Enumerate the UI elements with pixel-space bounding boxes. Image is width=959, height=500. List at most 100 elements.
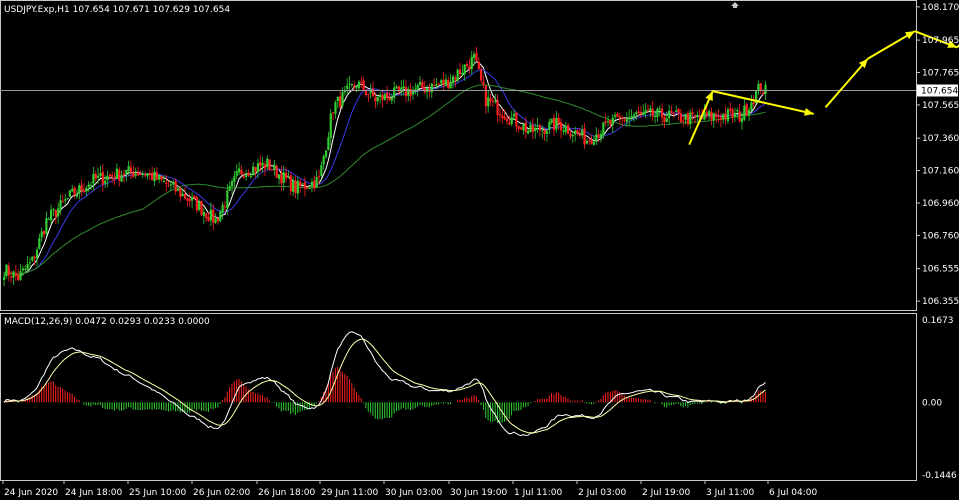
- candle-body: [111, 174, 114, 177]
- candle-body: [729, 108, 732, 111]
- candle-body: [256, 163, 259, 172]
- candle-body: [524, 122, 527, 133]
- candle-body: [473, 54, 476, 59]
- candle-body: [221, 204, 224, 213]
- candle-body: [160, 175, 163, 180]
- y-tick-label: 107.765: [922, 69, 959, 79]
- candle-body: [148, 173, 151, 175]
- candle-body: [14, 273, 17, 276]
- y-tick-label: 107.565: [922, 101, 959, 111]
- arrow-up-down-icon[interactable]: [731, 2, 739, 8]
- candle-body: [696, 114, 699, 117]
- candle-body: [129, 167, 133, 172]
- candle-body: [207, 217, 210, 221]
- candle-body: [238, 168, 241, 173]
- candle-body: [726, 109, 729, 121]
- candle-body: [658, 108, 661, 110]
- candle-body: [169, 184, 173, 186]
- candle-body: [294, 180, 297, 193]
- candle-body: [306, 188, 309, 190]
- candle-body: [644, 109, 647, 113]
- candle-body: [444, 79, 447, 86]
- candle-body: [205, 213, 208, 218]
- candle-body: [61, 200, 64, 202]
- y-tick-label: 106.760: [922, 231, 959, 241]
- candle-body: [346, 85, 349, 89]
- candle-body: [736, 109, 739, 112]
- candle-body: [317, 176, 321, 178]
- candle-body: [334, 102, 337, 114]
- candle-body: [602, 122, 605, 136]
- candle-body: [675, 110, 678, 113]
- candle-body: [146, 173, 149, 177]
- candle-body: [461, 72, 464, 75]
- candle-body: [230, 181, 234, 187]
- candle-body: [642, 112, 645, 115]
- x-tick-label: 30 Jun 19:00: [450, 488, 507, 498]
- y-tick-label: 107.965: [922, 36, 959, 46]
- candle-body: [390, 97, 393, 101]
- candle-body: [482, 81, 485, 85]
- candle-body: [470, 56, 473, 70]
- candle-body: [691, 112, 694, 115]
- candle-body: [597, 134, 600, 138]
- candle-body: [97, 175, 100, 178]
- candle-body: [583, 128, 586, 145]
- macd-panel: [3, 331, 766, 437]
- candle-body: [536, 125, 539, 127]
- candle-body: [329, 113, 332, 138]
- macd-line: [3, 331, 766, 437]
- candle-body: [564, 126, 567, 133]
- candle-body: [670, 110, 673, 114]
- candle-body: [242, 176, 245, 179]
- x-tick-label: 24 Jun 18:00: [65, 488, 122, 498]
- candle-body: [350, 84, 353, 86]
- candle-body: [451, 76, 455, 84]
- macd-frame: [0, 313, 917, 481]
- candle-body: [682, 120, 685, 122]
- candle-body: [646, 109, 650, 111]
- candle-body: [209, 209, 212, 221]
- candle-body: [113, 177, 116, 180]
- candle-body: [193, 195, 196, 198]
- price-chart[interactable]: 108.170 107.965 107.765 107.565 107.360 107.1…: [0, 0, 959, 500]
- candle-body: [59, 200, 62, 210]
- candle-body: [653, 115, 657, 118]
- candle-body: [574, 130, 577, 135]
- candle-body: [214, 218, 217, 223]
- candle-body: [176, 188, 180, 191]
- candle-body: [144, 174, 147, 176]
- forecast-arrowhead: [804, 107, 814, 116]
- candle-body: [454, 77, 457, 80]
- candle-body: [625, 119, 628, 122]
- candle-body: [724, 113, 727, 120]
- candle-body: [289, 175, 292, 192]
- candle-body: [216, 219, 220, 222]
- candle-body: [712, 113, 715, 121]
- candle-body: [268, 159, 271, 170]
- candle-body: [489, 98, 492, 102]
- candle-body: [360, 81, 363, 83]
- candle-body: [743, 105, 746, 120]
- candle-body: [693, 115, 697, 117]
- candle-body: [679, 113, 682, 122]
- candle-body: [722, 114, 725, 120]
- ma-slow-line: [3, 84, 766, 277]
- candle-body: [118, 169, 121, 181]
- candle-body: [545, 130, 549, 134]
- candle-body: [661, 108, 664, 118]
- candle-body: [247, 172, 250, 176]
- candle-body: [595, 134, 598, 142]
- candle-body: [571, 135, 574, 137]
- candle-body: [42, 230, 46, 235]
- candle-body: [212, 209, 215, 223]
- candle-body: [374, 97, 377, 102]
- candle-body: [252, 166, 255, 176]
- candle-body: [710, 112, 713, 120]
- candle-body: [494, 100, 497, 102]
- y-tick-label: 106.960: [922, 199, 959, 209]
- candle-body: [576, 130, 579, 134]
- candle-body: [456, 69, 459, 81]
- candle-body: [552, 117, 556, 131]
- x-tick-label: 2 Jul 19:00: [642, 488, 691, 498]
